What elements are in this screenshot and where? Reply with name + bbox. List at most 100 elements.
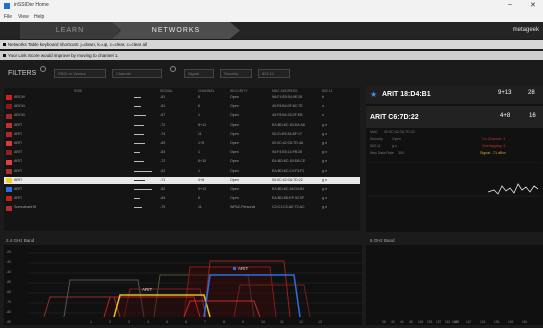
- menu-help[interactable]: Help: [34, 14, 44, 20]
- cell-mac: 94:F4:E5:14:FB:28: [272, 150, 303, 155]
- overlapping-text: Overlapping: 9: [482, 144, 506, 148]
- app-icon: [4, 3, 10, 9]
- cell-channel: 1+5: [198, 141, 205, 145]
- table-row[interactable]: ARIT -84 6 Open EA:BD:8D:EF:92:0F g n: [4, 195, 360, 203]
- cell-ssid: ARIT: [14, 141, 23, 145]
- cell-signal: -79: [160, 205, 166, 210]
- signal-text: Signal: -71 dBm: [480, 151, 506, 155]
- detail-main-signal: 16: [529, 113, 536, 119]
- col-channel[interactable]: CHANNEL: [198, 89, 215, 93]
- signal-filter-input[interactable]: Signal: [184, 69, 214, 78]
- cell-security: Open: [230, 141, 239, 145]
- row-color-swatch: [6, 159, 12, 165]
- security-filter-dropdown[interactable]: Security: [220, 69, 252, 78]
- star-icon[interactable]: ★: [370, 90, 377, 99]
- col-mode[interactable]: 802.11: [322, 89, 332, 93]
- table-row[interactable]: ARIT -83 1 Open 94:F4:E5:14:FB:28 g n: [4, 149, 360, 157]
- x-tick-label: 1: [90, 320, 92, 324]
- table-row[interactable]: SumnahanHill -79 11 WPA2-Personal C0:C1:C0:A…: [4, 204, 360, 212]
- table-row[interactable]: ARIT -52 9+13 Open EA:BD:8C:18:D4:B1 g n: [4, 186, 360, 194]
- table-row[interactable]: ARCM -81 6 Open 40:F8:B4:0F:8C:7E n: [4, 103, 360, 111]
- toggle-icon[interactable]: [40, 66, 46, 72]
- security-value: Open: [392, 137, 401, 141]
- cell-security: Open: [230, 196, 239, 201]
- tab-networks[interactable]: NETWORKS: [112, 22, 240, 39]
- minimize-button[interactable]: –: [508, 1, 512, 8]
- band-5ghz-chart: [366, 245, 543, 325]
- notice-shortcuts: Networks Table keyboard shortcuts: j=dow…: [0, 40, 543, 49]
- cell-mode: g n: [322, 168, 327, 173]
- co-channel-text: Co-Channel: 3: [482, 137, 506, 141]
- cell-mode: g n: [322, 131, 327, 136]
- cell-mac: 00:0C:42:C6:7D:4A: [272, 141, 304, 145]
- detail-top-name: ARIT 18:D4:B1: [382, 91, 431, 98]
- cell-ssid: ARIT: [14, 177, 23, 182]
- menu-file[interactable]: File: [4, 14, 12, 20]
- channel-filter-input[interactable]: Channel: [112, 69, 162, 78]
- table-row[interactable]: ARIT -74 11 Open 00:21:E9:3A:8F:17 g n: [4, 131, 360, 139]
- band-24-label: 2.4 GHz Band: [6, 238, 35, 243]
- cell-security: Open: [230, 177, 239, 182]
- y-tick-label: -90: [6, 320, 12, 324]
- mode-label: 802.11: [370, 144, 381, 148]
- signal-bar: [134, 152, 141, 154]
- close-button[interactable]: ✕: [530, 1, 536, 9]
- cell-security: Open: [230, 113, 239, 118]
- table-row[interactable]: ARCM -67 1 Open 40:F8:B4:33:2F:EB n: [4, 112, 360, 120]
- x-tick-label: 5: [166, 320, 168, 324]
- col-ssid[interactable]: SSID: [74, 89, 82, 93]
- cell-mac: EA:BD:8D:EF:92:0F: [272, 196, 305, 201]
- cell-channel: 1: [198, 168, 200, 173]
- table-row[interactable]: ARIT -52 1 Open EA:BD:8C:C4:F3:F2 g n: [4, 168, 360, 176]
- x-tick-label: 11: [280, 320, 284, 324]
- cell-ssid: ARIT: [14, 168, 23, 173]
- cell-signal: -72: [160, 122, 166, 127]
- table-row[interactable]: ARIT -72 8+12 Open EA:BD:8C:1B:D4:A8 g n: [4, 122, 360, 130]
- x-tick-label: 13: [318, 320, 322, 324]
- row-color-swatch: [6, 95, 12, 101]
- x-tick-label: 124: [480, 320, 486, 324]
- table-row[interactable]: ARCM -81 6 Open 9A:F4:E5:54:9E:28 b: [4, 94, 360, 102]
- cell-ssid: ARIT: [14, 187, 23, 191]
- x-tick-label: 100: [452, 320, 458, 324]
- col-signal[interactable]: SIGNAL: [160, 89, 173, 93]
- cell-mode: g n: [322, 177, 327, 182]
- toggle-icon[interactable]: [170, 66, 176, 72]
- x-tick-label: 161: [445, 320, 451, 324]
- row-color-swatch: [6, 178, 12, 184]
- detail-top-signal: 28: [528, 90, 535, 96]
- y-tick-label: -70: [6, 300, 12, 304]
- x-tick-label: 9: [242, 320, 244, 324]
- cell-signal: -81: [160, 104, 166, 109]
- col-security[interactable]: SECURITY: [230, 89, 248, 93]
- cell-signal: -69: [160, 141, 166, 145]
- detail-top-card[interactable]: ★ ARIT 18:D4:B1 9+13 28: [366, 86, 543, 104]
- tab-learn[interactable]: LEARN: [20, 22, 120, 39]
- cell-mac: 40:F8:B4:0F:8C:7E: [272, 104, 303, 109]
- menu-bar: File View Help: [0, 12, 543, 22]
- ssid-filter-input[interactable]: SSID or Vendor: [54, 69, 106, 78]
- table-row[interactable]: ARIT -72 6+10 Open EA:BD:8C:1B:D8:CE g n: [4, 158, 360, 166]
- mac-label: MAC: [370, 130, 378, 134]
- filters-label: FILTERS: [8, 70, 37, 77]
- table-row[interactable]: ARIT -69 1+5 Open 00:0C:42:C6:7D:4A g n: [4, 140, 360, 148]
- mode-filter-dropdown[interactable]: 802.11: [258, 69, 290, 78]
- signal-bar: [134, 97, 141, 98]
- security-label: Security: [370, 137, 383, 141]
- table-row[interactable]: ARIT -71 4+8 Open 00:0C:42:C6:7D:22 g n: [4, 176, 360, 185]
- menu-view[interactable]: View: [18, 14, 29, 20]
- detail-top-channel: 9+13: [498, 90, 512, 96]
- x-tick-label: 149: [418, 320, 424, 324]
- notice-channel: Your Link Score would improve by moving …: [0, 51, 543, 60]
- cell-security: Open: [230, 95, 239, 99]
- cell-ssid: ARCM: [14, 95, 25, 99]
- row-color-swatch: [6, 113, 12, 119]
- cell-signal: -72: [160, 159, 166, 164]
- window-title: inSSIDer Home: [14, 2, 49, 8]
- x-tick-label: 40: [391, 320, 395, 324]
- notice-text: Networks Table keyboard shortcuts: j=dow…: [8, 42, 147, 47]
- cell-signal: -83: [160, 150, 166, 155]
- cell-mac: 00:21:E9:3A:8F:17: [272, 131, 302, 136]
- col-mac[interactable]: MAC ADDRESS: [272, 89, 297, 93]
- cell-mac: 9A:F4:E5:54:9E:28: [272, 95, 303, 99]
